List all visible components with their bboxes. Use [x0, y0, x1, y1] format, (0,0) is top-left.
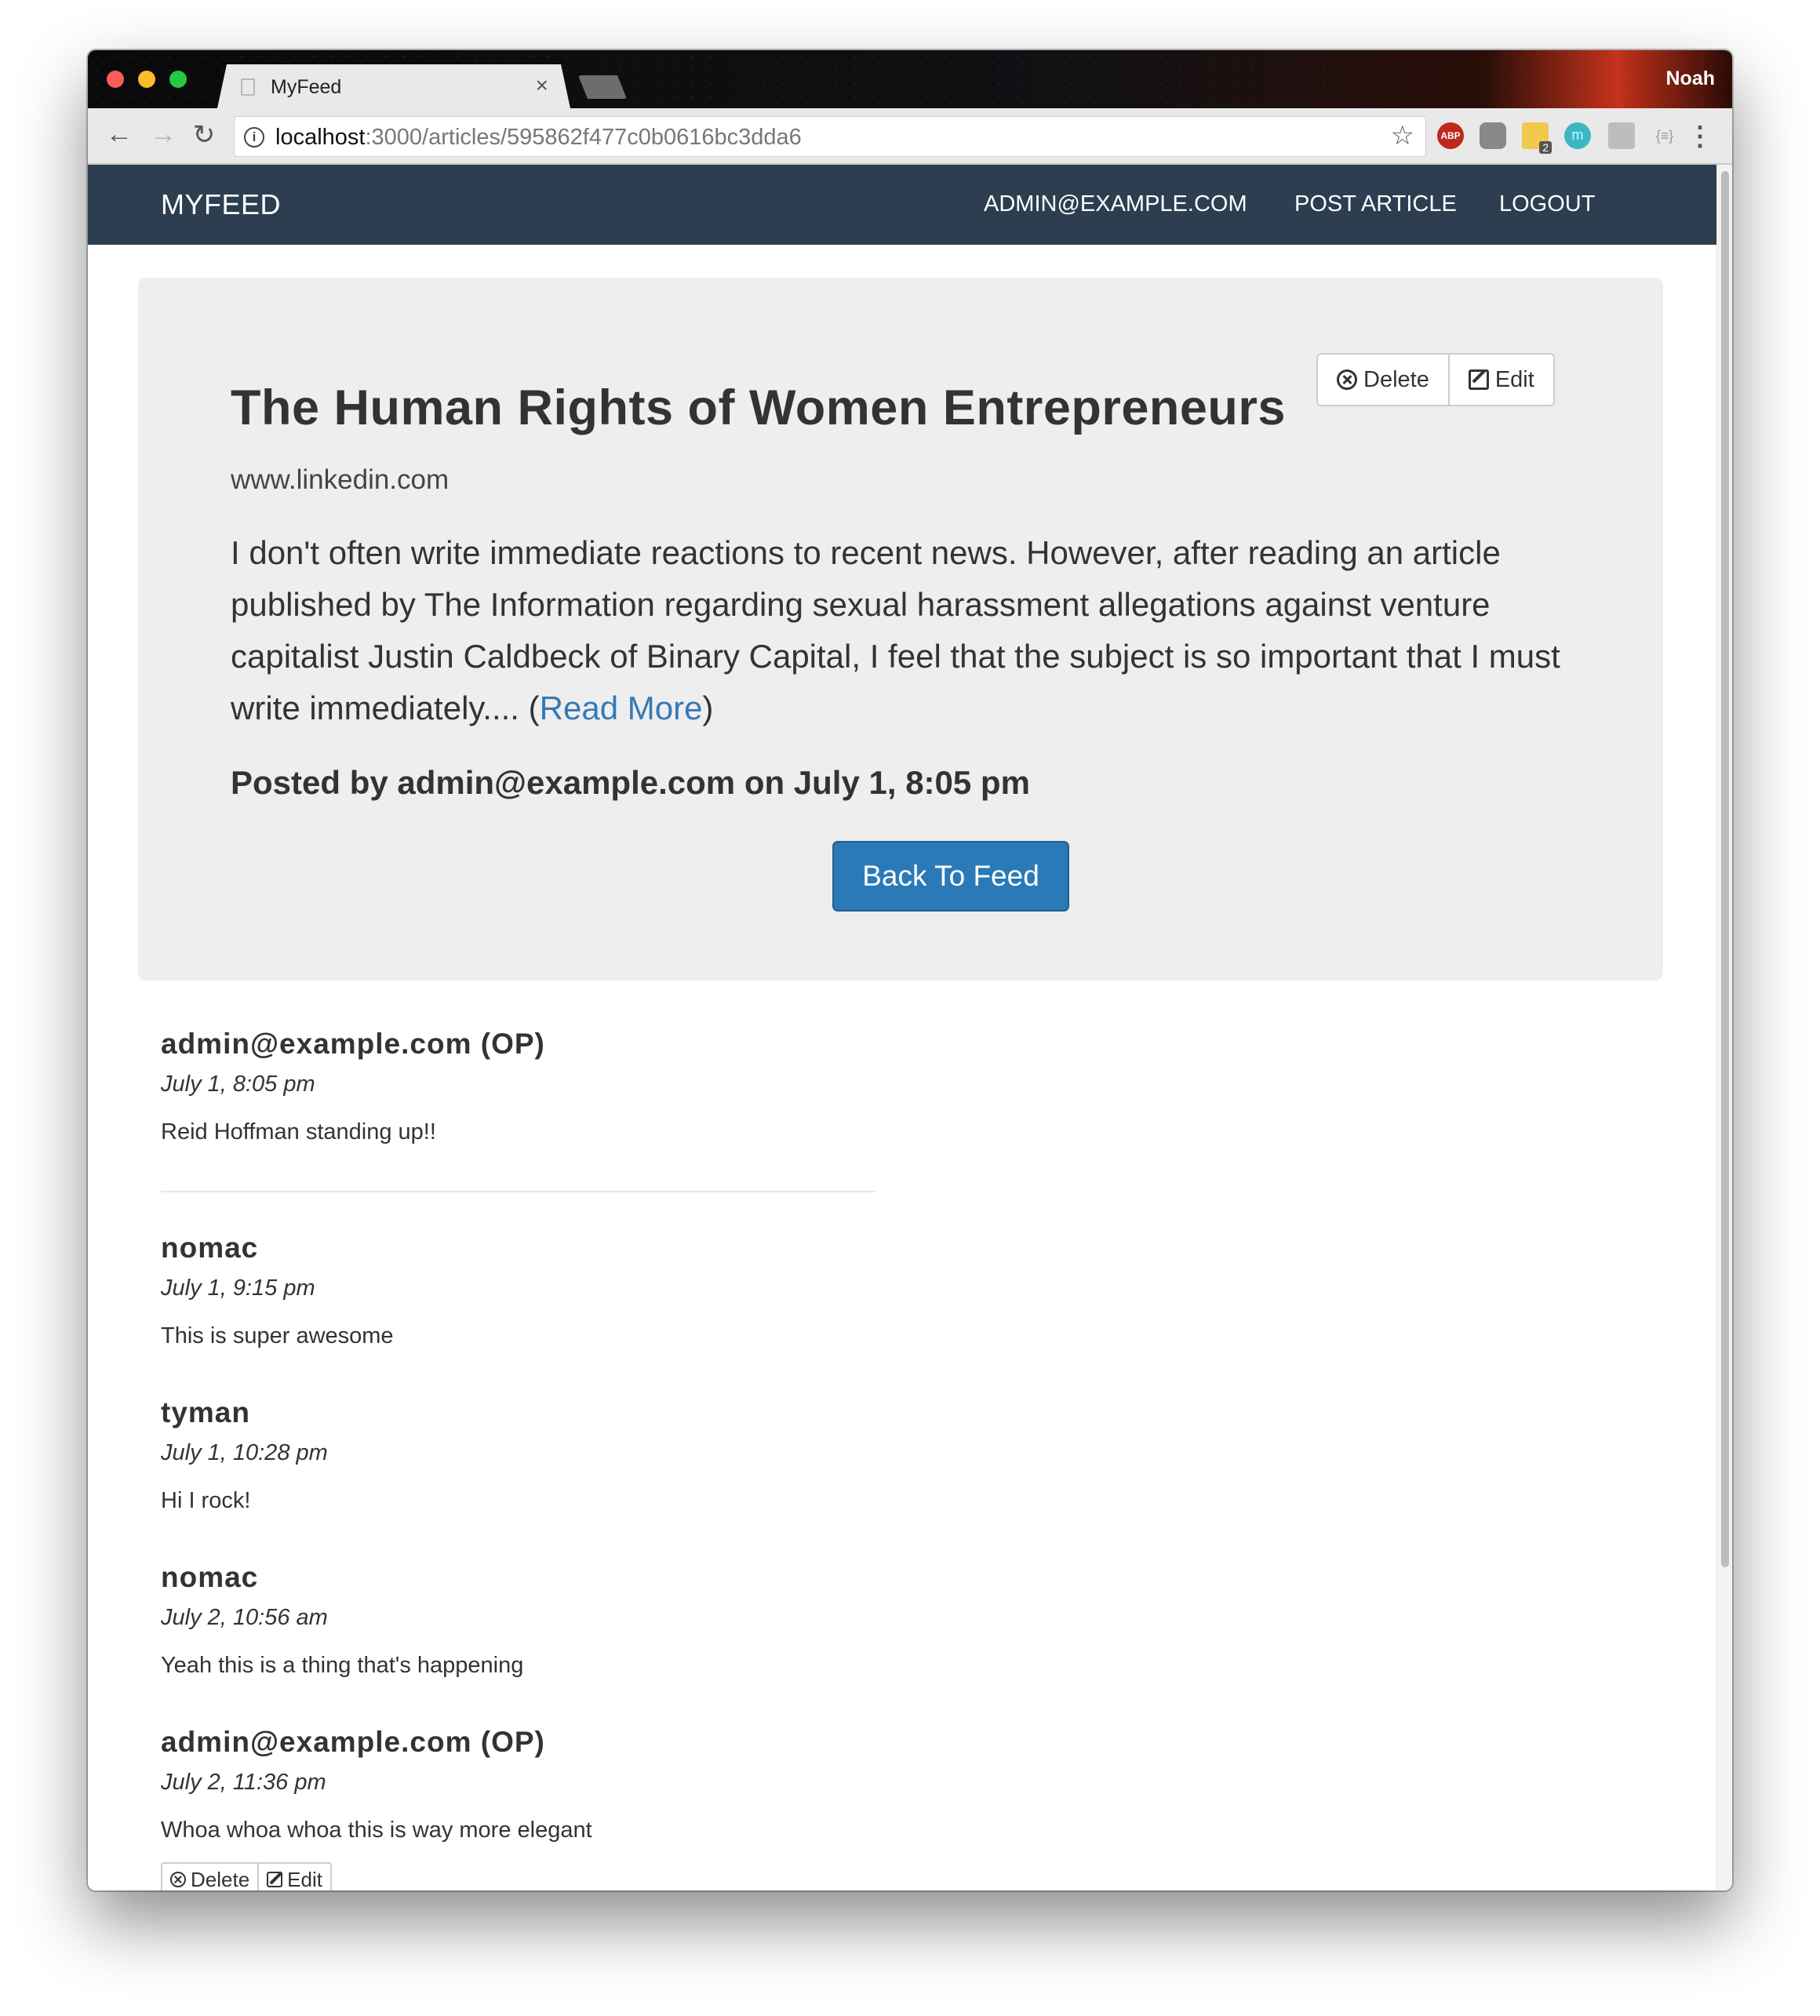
comment-author: admin@example.com (OP)	[161, 1726, 545, 1758]
adblock-extension-icon[interactable]: ABP	[1437, 122, 1464, 149]
back-to-feed-button[interactable]: Back To Feed	[832, 841, 1069, 912]
extension-badge: 2	[1539, 141, 1552, 154]
brand-link[interactable]: MYFEED	[161, 188, 281, 221]
comment-item: admin@example.com (OP) July 1, 8:05 pm R…	[161, 1028, 1024, 1145]
article-actions: Delete Edit	[1316, 353, 1555, 406]
page-viewport: MYFEED ADMIN@EXAMPLE.COM POST ARTICLE LO…	[88, 165, 1716, 1890]
edit-label: Edit	[1494, 366, 1534, 392]
comment-body: Reid Hoffman standing up!!	[161, 1119, 436, 1144]
comment-date: July 1, 8:05 pm	[161, 1072, 315, 1097]
tab-close-icon[interactable]: ×	[536, 73, 548, 98]
profile-name[interactable]: Noah	[1666, 67, 1716, 90]
delete-comment-button[interactable]: Delete	[161, 1862, 260, 1891]
site-info-icon[interactable]: i	[244, 127, 264, 147]
minimize-window-button[interactable]	[138, 71, 155, 88]
comment-spacer	[161, 1537, 1024, 1561]
app-navbar: MYFEED ADMIN@EXAMPLE.COM POST ARTICLE LO…	[88, 165, 1716, 245]
comment-date: July 1, 9:15 pm	[161, 1275, 315, 1301]
close-window-button[interactable]	[107, 71, 124, 88]
mail-extension-icon[interactable]	[1608, 122, 1635, 149]
delete-icon	[170, 1872, 186, 1887]
comment-item: nomac July 1, 9:15 pm This is super awes…	[161, 1232, 1024, 1349]
address-bar[interactable]: i localhost:3000/articles/595862f477c0b0…	[234, 116, 1426, 157]
zoom-window-button[interactable]	[169, 71, 187, 88]
comment-body: Hi I rock!	[161, 1488, 251, 1513]
comment-author: nomac	[161, 1232, 259, 1264]
article-panel: Delete Edit The Human Rights of Women En…	[138, 278, 1663, 981]
comment-author: tyman	[161, 1396, 250, 1428]
comment-body: Whoa whoa whoa this is way more elegant	[161, 1818, 592, 1843]
forward-arrow-icon[interactable]: →	[147, 119, 179, 150]
comment-item: admin@example.com (OP) July 2, 11:36 pm …	[161, 1726, 1024, 1890]
browser-menu-icon[interactable]: ⋮	[1687, 121, 1713, 152]
comment-author: admin@example.com (OP)	[161, 1028, 545, 1060]
delete-label: Delete	[191, 1867, 250, 1891]
browser-window: MyFeed × Noah ← → ↻ i localhost:3000/art…	[88, 50, 1732, 1890]
comment-date: July 2, 11:36 pm	[161, 1770, 326, 1795]
nav-logout-link[interactable]: LOGOUT	[1499, 191, 1595, 217]
article-source: www.linkedin.com	[231, 464, 450, 495]
read-more-link[interactable]: Read More	[540, 690, 703, 726]
pocket-extension-icon[interactable]	[1480, 122, 1506, 149]
comment-item: tyman July 1, 10:28 pm Hi I rock!	[161, 1396, 1024, 1514]
notes-extension-icon[interactable]: 2	[1522, 122, 1552, 154]
comment-list: admin@example.com (OP) July 1, 8:05 pm R…	[161, 1028, 1024, 1890]
back-arrow-icon[interactable]: ←	[104, 119, 135, 150]
tab-strip: MyFeed × Noah	[88, 50, 1732, 108]
tab-myfeed[interactable]: MyFeed ×	[217, 64, 570, 108]
edit-comment-button[interactable]: Edit	[259, 1862, 332, 1890]
nav-user-link[interactable]: ADMIN@EXAMPLE.COM	[984, 191, 1247, 217]
m-extension-icon[interactable]: m	[1564, 122, 1591, 149]
url-path: :3000/articles/595862f477c0b0616bc3dda6	[365, 125, 802, 150]
page-icon	[241, 78, 255, 96]
comment-date: July 1, 10:28 pm	[161, 1440, 328, 1465]
article-byline: Posted by admin@example.com on July 1, 8…	[231, 764, 1030, 801]
comment-date: July 2, 10:56 am	[161, 1605, 328, 1630]
edit-icon	[267, 1872, 283, 1887]
comment-item: nomac July 2, 10:56 am Yeah this is a th…	[161, 1561, 1024, 1679]
comment-author: nomac	[161, 1561, 259, 1593]
delete-label: Delete	[1363, 366, 1429, 392]
comment-spacer	[161, 1373, 1024, 1396]
json-viewer-extension-icon[interactable]: {≡}	[1649, 122, 1680, 149]
article-title: The Human Rights of Women Entrepreneurs	[231, 380, 1286, 435]
comment-spacer	[161, 1702, 1024, 1726]
comment-actions: Delete Edit	[161, 1862, 1024, 1890]
article-summary: I don't often write immediate reactions …	[231, 527, 1580, 734]
scrollbar-thumb[interactable]	[1721, 171, 1729, 1567]
delete-article-button[interactable]: Delete	[1316, 353, 1450, 406]
edit-article-button[interactable]: Edit	[1449, 353, 1555, 406]
read-more-close-paren: )	[702, 690, 714, 726]
comment-divider	[161, 1191, 875, 1192]
summary-text: I don't often write immediate reactions …	[231, 534, 1560, 726]
browser-toolbar: ← → ↻ i localhost:3000/articles/595862f4…	[88, 108, 1732, 165]
nav-post-article-link[interactable]: POST ARTICLE	[1294, 191, 1457, 217]
url-text[interactable]: localhost:3000/articles/595862f477c0b061…	[275, 125, 802, 151]
delete-icon	[1337, 369, 1357, 390]
page-scrollbar[interactable]	[1716, 165, 1732, 1890]
tab-title: MyFeed	[271, 76, 342, 98]
comment-body: This is super awesome	[161, 1323, 394, 1348]
edit-icon	[1468, 369, 1489, 390]
reload-icon[interactable]: ↻	[188, 119, 220, 151]
read-more-open-paren: (	[528, 690, 540, 726]
comment-body: Yeah this is a thing that's happening	[161, 1653, 524, 1678]
bookmark-star-icon[interactable]: ☆	[1391, 120, 1414, 151]
edit-label: Edit	[287, 1867, 322, 1891]
url-host: localhost	[275, 125, 366, 150]
